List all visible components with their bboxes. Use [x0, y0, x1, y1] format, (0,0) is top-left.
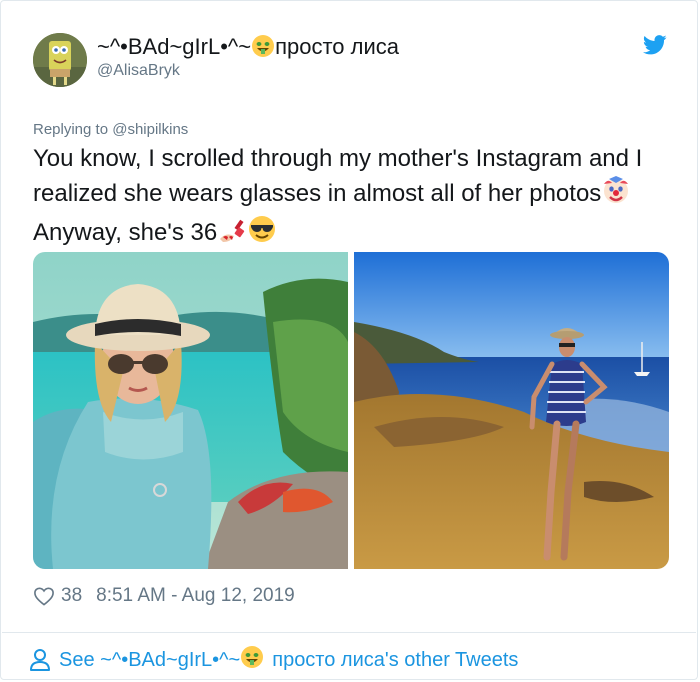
- see-label-suffix: просто лиса's other Tweets: [272, 648, 519, 671]
- tweet-text-part1: You know, I scrolled through my mother's…: [33, 145, 643, 207]
- replying-to-label: Replying to: [33, 121, 113, 138]
- display-name-prefix: ~^•BAd~gIrL•^~: [97, 34, 252, 59]
- tweet-card: ~^•BAd~gIrL•^~ просто лиса @AlisaBryk Rep…: [0, 0, 698, 680]
- clown-face-icon: [601, 175, 631, 214]
- see-other-tweets-link[interactable]: See ~^•BAd~gIrL•^~ просто лиса's other Tw…: [29, 645, 518, 675]
- photo-woman-hat-sea-closeup: [33, 252, 348, 569]
- spongebob-avatar-image: [33, 33, 87, 87]
- money-mouth-face-icon: [251, 34, 275, 65]
- twitter-bird-icon[interactable]: [642, 35, 667, 55]
- tweet-text-part2: Anyway, she's 36: [33, 219, 218, 246]
- nail-polish-icon: [217, 214, 247, 253]
- money-mouth-face-icon: [240, 645, 272, 675]
- tweet-photo-1[interactable]: [33, 252, 348, 569]
- see-label-prefix: See ~^•BAd~gIrL•^~: [59, 648, 241, 671]
- replying-to-handle-link[interactable]: @shipilkins: [112, 121, 188, 138]
- author-handle[interactable]: @AlisaBryk: [97, 61, 180, 81]
- user-icon: [30, 649, 50, 671]
- tweet-timestamp[interactable]: 8:51 AM - Aug 12, 2019: [96, 585, 295, 607]
- like-count: 38: [61, 585, 83, 606]
- display-name-suffix: просто лиса: [275, 34, 400, 59]
- footer-divider: [2, 632, 696, 633]
- tweet-photo-2[interactable]: [354, 252, 669, 569]
- heart-icon: [34, 587, 54, 606]
- tweet-meta: 38 8:51 AM - Aug 12, 2019: [33, 583, 295, 609]
- photo-woman-striped-dress-beach: [354, 252, 669, 569]
- avatar[interactable]: [33, 33, 87, 87]
- tweet-text: You know, I scrolled through my mother's…: [33, 142, 673, 253]
- sunglasses-face-icon: [247, 214, 277, 253]
- like-button[interactable]: 38: [33, 585, 96, 607]
- replying-to: Replying to @shipilkins: [33, 121, 188, 138]
